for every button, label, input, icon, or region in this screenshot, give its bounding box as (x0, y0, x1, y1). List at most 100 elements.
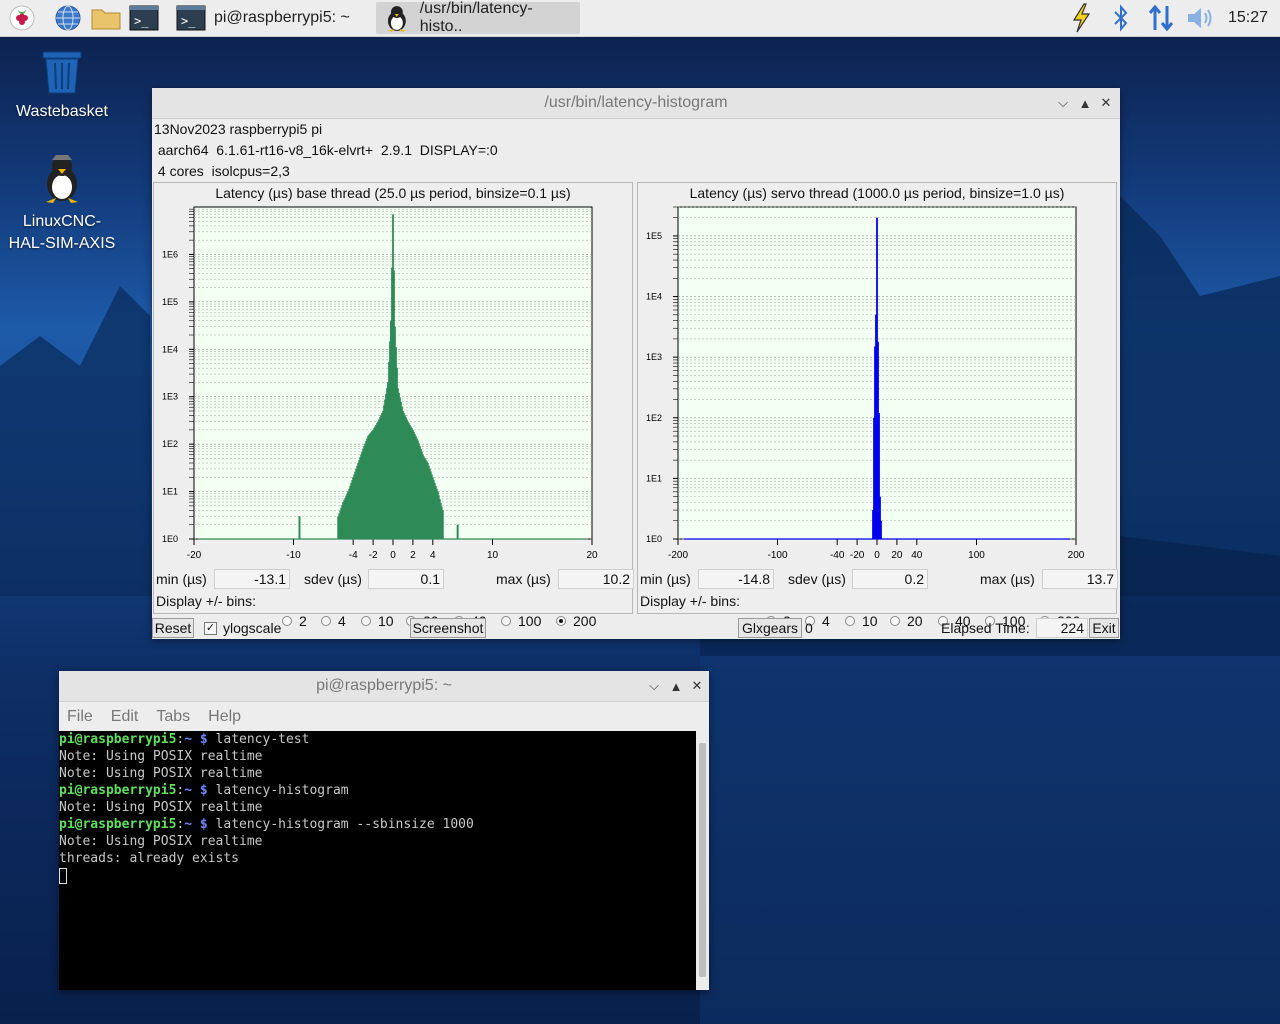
base-x-tick-label: -4 (349, 550, 358, 561)
linuxcnc-label-line1: LinuxCNC- (22, 213, 102, 230)
glxgears-count: 0 (805, 620, 813, 636)
histogram-controls: Reset ✓ ylogscale Screenshot Glxgears 0 … (152, 617, 1120, 639)
terminal-command-line: pi@raspberrypi5:~ $ latency-histogram (59, 782, 696, 799)
latency-histogram-window: /usr/bin/latency-histogram ⌵ ▲ ✕ 13Nov20… (152, 88, 1120, 639)
base-x-tick-label: -20 (187, 550, 202, 561)
close-icon[interactable]: ✕ (689, 678, 705, 694)
glxgears-button[interactable]: Glxgears (738, 618, 802, 638)
svg-text:>_: >_ (134, 14, 149, 28)
terminal-scrollbar[interactable] (696, 731, 709, 990)
info-line-cores: 4 cores isolcpus=2,3 (154, 163, 290, 179)
volume-icon (1188, 8, 1212, 28)
servo-max-label: max (µs) (980, 571, 1035, 587)
base-thread-histogram: 1E01E11E21E31E41E51E6-20 -10 -4 -2 0 2 4 10 20 (162, 206, 598, 561)
base-sdev-label: sdev (µs) (304, 571, 362, 587)
network-button[interactable] (1146, 3, 1176, 33)
terminal-output[interactable]: pi@raspberrypi5:~ $ latency-test Note: Us… (59, 731, 696, 990)
base-histogram-bar (298, 516, 301, 539)
terminal-icon: >_ (176, 5, 206, 31)
wastebasket-desktop-icon[interactable]: Wastebasket (12, 50, 112, 123)
ylogscale-label: ylogscale (223, 620, 282, 636)
servo-y-tick-label: 1E0 (646, 534, 662, 544)
maximize-icon[interactable]: ▲ (668, 678, 684, 694)
base-max-value: 10.2 (558, 569, 634, 589)
web-browser-button[interactable] (53, 3, 83, 33)
servo-x-tick-label: 200 (1068, 550, 1085, 561)
base-histogram-bar (456, 524, 459, 539)
minimize-icon[interactable]: ⌵ (646, 678, 662, 694)
base-bins-label: Display +/- bins: (156, 593, 256, 609)
system-info: 13Nov2023 raspberrypi5 pi aarch64 6.1.61… (152, 119, 1120, 182)
linuxcnc-penguin-icon (46, 155, 78, 203)
servo-bins-row: Display +/- bins: 24102040100200 (640, 591, 1114, 629)
raspberry-menu-button[interactable] (7, 3, 37, 33)
menu-help[interactable]: Help (208, 708, 241, 726)
prompt-user: pi@raspberrypi5 (59, 817, 177, 832)
base-y-tick-label: 1E3 (162, 392, 178, 402)
servo-y-tick-label: 1E2 (646, 413, 662, 423)
terminal-icon: >_ (129, 5, 159, 31)
scrollbar-thumb[interactable] (699, 743, 706, 977)
trash-icon (42, 51, 82, 94)
base-x-tick-label: 0 (390, 550, 396, 561)
maximize-icon[interactable]: ▲ (1077, 95, 1093, 111)
prompt-user: pi@raspberrypi5 (59, 732, 177, 747)
base-y-tick-label: 1E5 (162, 297, 178, 307)
screenshot-button[interactable]: Screenshot (410, 618, 486, 638)
servo-max-value: 13.7 (1042, 569, 1118, 589)
servo-x-tick-label: 0 (874, 550, 880, 561)
base-min-label: min (µs) (156, 571, 207, 587)
volume-button[interactable] (1186, 3, 1216, 33)
checkbox-check-icon[interactable]: ✓ (204, 621, 217, 635)
terminal-titlebar[interactable]: pi@raspberrypi5: ~ ⌵ ▲ ✕ (59, 671, 709, 702)
servo-thread-histogram: 1E01E11E21E31E41E5-200 -100 -40 -20 0 20 40 100… (646, 206, 1085, 561)
menu-file[interactable]: File (67, 708, 93, 726)
taskbar-terminal-task[interactable]: >_ pi@raspberrypi5: ~ (170, 2, 370, 34)
prompt-path: ~ $ (184, 783, 208, 798)
raspberry-icon (9, 5, 35, 31)
bluetooth-button[interactable] (1106, 3, 1136, 33)
servo-thread-panel: Latency (µs) servo thread (1000.0 µs per… (637, 182, 1118, 629)
elapsed-time-value: 224 (1036, 618, 1088, 638)
terminal-cursor (59, 868, 67, 884)
file-manager-button[interactable] (91, 3, 121, 33)
servo-y-tick-label: 1E5 (646, 231, 662, 241)
linuxcnc-label-line2: HAL-SIM-AXIS (8, 235, 116, 252)
prompt-path: ~ $ (184, 817, 208, 832)
terminal-launcher-button[interactable]: >_ (129, 3, 159, 33)
minimize-icon[interactable]: ⌵ (1055, 95, 1071, 111)
folder-icon (91, 9, 121, 30)
base-x-tick-label: 2 (410, 550, 416, 561)
menu-tabs[interactable]: Tabs (156, 708, 190, 726)
servo-sdev-label: sdev (µs) (788, 571, 846, 587)
servo-x-tick-label: 100 (968, 550, 985, 561)
clock[interactable]: 15:27 (1228, 0, 1268, 36)
terminal-output-line: Note: Using POSIX realtime (59, 834, 263, 849)
base-thread-panel: Latency (µs) base thread (25.0 µs period… (153, 182, 634, 629)
servo-sdev-value: 0.2 (852, 569, 928, 589)
base-min-value: -13.1 (214, 569, 290, 589)
histogram-titlebar[interactable]: /usr/bin/latency-histogram ⌵ ▲ ✕ (152, 88, 1120, 119)
servo-x-tick-label: 20 (891, 550, 903, 561)
servo-x-tick-label: 40 (911, 550, 923, 561)
exit-button[interactable]: Exit (1089, 618, 1119, 638)
menu-edit[interactable]: Edit (111, 708, 139, 726)
terminal-output-line: Note: Using POSIX realtime (59, 800, 263, 815)
terminal-window: pi@raspberrypi5: ~ ⌵ ▲ ✕ File Edit Tabs … (59, 671, 709, 990)
servo-bins-label: Display +/- bins: (640, 593, 740, 609)
ylogscale-checkbox[interactable]: ✓ ylogscale (204, 620, 281, 636)
svg-text:>_: >_ (181, 14, 196, 28)
terminal-command-line: pi@raspberrypi5:~ $ latency-histogram --… (59, 816, 696, 833)
base-plot-title: Latency (µs) base thread (25.0 µs period… (215, 185, 571, 201)
servo-x-tick-label: -20 (850, 550, 865, 561)
info-line-kernel: aarch64 6.1.61-rt16-v8_16k-elvrt+ 2.9.1 … (154, 142, 498, 158)
base-x-tick-label: 4 (430, 550, 436, 561)
elapsed-time-label: Elapsed Time: (941, 620, 1030, 636)
linuxcnc-penguin-icon (387, 6, 406, 32)
linuxcnc-desktop-icon[interactable]: LinuxCNC- HAL-SIM-AXIS (6, 152, 118, 255)
servo-min-label: min (µs) (640, 571, 691, 587)
power-status-button[interactable] (1066, 3, 1096, 33)
reset-button[interactable]: Reset (152, 618, 194, 638)
close-icon[interactable]: ✕ (1098, 95, 1114, 111)
taskbar-histogram-task[interactable]: /usr/bin/latency-histo.. (376, 0, 580, 35)
